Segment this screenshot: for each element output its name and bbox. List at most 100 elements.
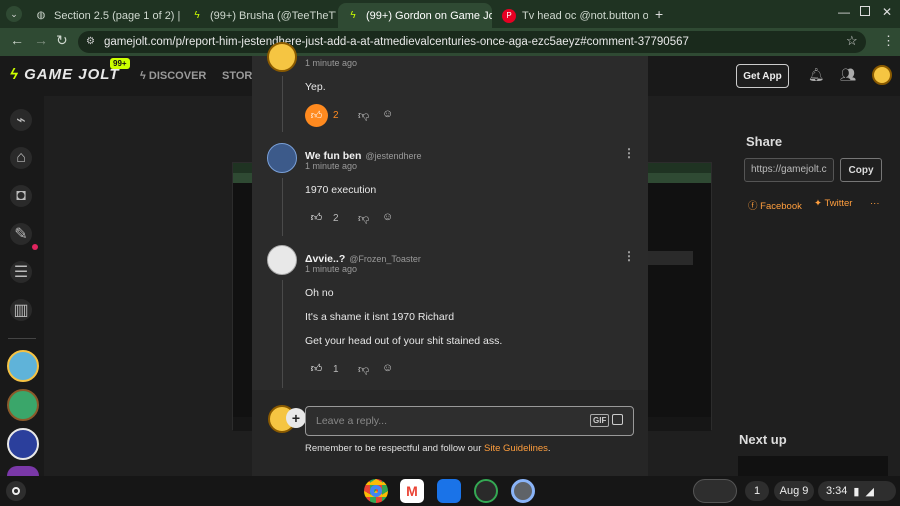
site-info-icon[interactable]: ⚙	[86, 36, 95, 47]
nav-discover[interactable]: ϟ DISCOVER	[140, 70, 206, 82]
dislike-icon[interactable]: 👎︎	[358, 363, 369, 376]
dislike-icon[interactable]: 👎︎	[358, 109, 369, 122]
tab-title: Section 2.5 (page 1 of 2) | ace	[54, 9, 180, 22]
notification-badge: 99+	[110, 58, 130, 69]
bell-icon[interactable]: 🔔︎	[808, 67, 825, 83]
gif-button[interactable]: GIF	[590, 414, 610, 427]
tab-section[interactable]: ◍ Section 2.5 (page 1 of 2) | ace ✕	[26, 3, 180, 28]
thumbs-up-icon: 👍︎	[310, 212, 323, 224]
reply-placeholder: Leave a reply...	[316, 415, 388, 427]
minimize-icon[interactable]: —	[838, 5, 850, 19]
reload-icon[interactable]: ↻	[56, 32, 68, 49]
globe-icon: ◍	[36, 10, 46, 21]
browser-menu-icon[interactable]: ⋮	[882, 33, 895, 49]
chat-icon[interactable]: ☰	[10, 261, 32, 283]
community-avatar[interactable]	[7, 350, 39, 382]
comment-text: It's a shame it isnt 1970 Richard	[305, 311, 455, 323]
chrome-icon[interactable]	[364, 479, 388, 503]
sticker-icon[interactable]	[612, 414, 623, 425]
bookmark-star-icon[interactable]: ☆	[846, 33, 858, 49]
tab-brusha[interactable]: ϟ (99+) Brusha (@TeeTheTV) - Ga ✕	[182, 3, 336, 28]
clock-text: 3:34	[826, 485, 848, 497]
facebook-icon: ⓕ	[748, 201, 758, 212]
guidelines-text: Remember to be respectful and follow our	[305, 443, 485, 454]
copy-button[interactable]: Copy	[840, 158, 882, 182]
community-avatar[interactable]	[7, 389, 39, 421]
facebook-share-link[interactable]: ⓕ Facebook	[748, 198, 802, 212]
gamejolt-icon: ϟ	[10, 66, 19, 83]
comment-options-icon[interactable]: ⋮	[623, 146, 635, 160]
twitter-share-link[interactable]: ✦ Twitter	[814, 198, 852, 209]
activity-icon[interactable]: ⌁	[10, 109, 32, 131]
url-text[interactable]: gamejolt.com/p/report-him-jestendhere-ju…	[104, 36, 689, 48]
nav-label: DISCOVER	[148, 70, 207, 82]
twitter-icon: ✦	[814, 198, 822, 209]
files-icon[interactable]	[437, 479, 461, 503]
comment-time: 1 minute ago	[305, 161, 358, 171]
next-up-thumbnail[interactable]	[738, 456, 888, 476]
share-url-field[interactable]: https://gamejolt.c	[744, 158, 834, 182]
like-button[interactable]: 👍︎	[305, 104, 328, 127]
comment-time: 1 minute ago	[305, 264, 358, 274]
commenter-avatar[interactable]	[267, 245, 297, 275]
comment-text: Oh no	[305, 287, 334, 299]
get-app-button[interactable]: Get App	[736, 64, 789, 88]
thread-line	[282, 178, 283, 236]
rail-divider	[8, 338, 36, 339]
commenter-avatar[interactable]	[267, 143, 297, 173]
thread-line	[282, 280, 283, 388]
like-button[interactable]: 👍︎	[305, 206, 328, 229]
friends-icon[interactable]: 👥︎	[840, 67, 857, 83]
add-reaction-icon[interactable]: ☺	[382, 362, 393, 374]
launcher-button[interactable]	[6, 481, 26, 501]
date-tray[interactable]: Aug 9	[774, 481, 814, 501]
tab-pinterest[interactable]: P Tv head oc @not.button on Ins ✕	[494, 3, 648, 28]
gmail-icon[interactable]: M	[400, 479, 424, 503]
add-attachment-button[interactable]: +	[286, 408, 306, 428]
tab-title: (99+) Gordon on Game Jolt: "R	[366, 9, 492, 22]
library-icon[interactable]: ▥	[10, 299, 32, 321]
pinterest-icon: P	[502, 8, 516, 23]
dislike-icon[interactable]: 👎︎	[358, 212, 369, 225]
share-heading: Share	[746, 134, 783, 149]
add-reaction-icon[interactable]: ☺	[382, 211, 393, 223]
settings-icon[interactable]	[511, 479, 535, 503]
community-avatar[interactable]	[7, 466, 39, 476]
wifi-icon: ◢	[865, 485, 874, 498]
more-share-button[interactable]: ···	[870, 198, 880, 209]
gamejolt-icon: ϟ	[350, 10, 356, 21]
next-up-heading: Next up	[739, 432, 787, 447]
community-avatar[interactable]	[7, 428, 39, 460]
site-guidelines-link[interactable]: Site Guidelines	[484, 443, 548, 454]
status-tray[interactable]: 3:34 ▮ ◢	[818, 481, 896, 501]
maximize-icon[interactable]	[860, 6, 870, 16]
comment-text: Yep.	[305, 81, 326, 93]
window-close-icon[interactable]: ✕	[882, 5, 892, 19]
logo-text: GAME JOLT	[24, 66, 120, 83]
gamejolt-logo[interactable]: ϟ GAME JOLT	[10, 66, 120, 83]
forward-icon[interactable]: →	[34, 32, 48, 48]
twitter-label: Twitter	[824, 198, 853, 209]
comment-options-icon[interactable]: ⋮	[623, 249, 635, 263]
author-handle[interactable]: @jestendhere	[365, 151, 421, 161]
commenter-avatar[interactable]	[267, 42, 297, 72]
store-icon[interactable]: ⌂	[10, 147, 32, 169]
back-icon[interactable]: ←	[10, 32, 24, 48]
messenger-icon[interactable]	[474, 479, 498, 503]
like-count: 2	[333, 110, 339, 121]
creator-icon[interactable]: ✎	[10, 223, 32, 245]
backpack-icon[interactable]: ◘	[10, 185, 32, 207]
like-button[interactable]: 👍︎	[305, 357, 328, 380]
like-count: 1	[333, 364, 339, 375]
tab-gordon[interactable]: ϟ (99+) Gordon on Game Jolt: "R ✕	[338, 3, 492, 28]
user-avatar[interactable]	[872, 65, 892, 85]
tab-search-chevron-icon[interactable]: ⌄	[6, 6, 22, 22]
add-reaction-icon[interactable]: ☺	[382, 108, 393, 120]
guidelines-note: Remember to be respectful and follow our…	[305, 443, 551, 454]
new-tab-button[interactable]: +	[655, 6, 663, 22]
tote-preview[interactable]	[693, 479, 737, 503]
author-handle[interactable]: @Frozen_Toaster	[349, 254, 421, 264]
notification-count[interactable]: 1	[745, 481, 769, 501]
alert-dot	[32, 244, 38, 250]
facebook-label: Facebook	[760, 201, 802, 212]
